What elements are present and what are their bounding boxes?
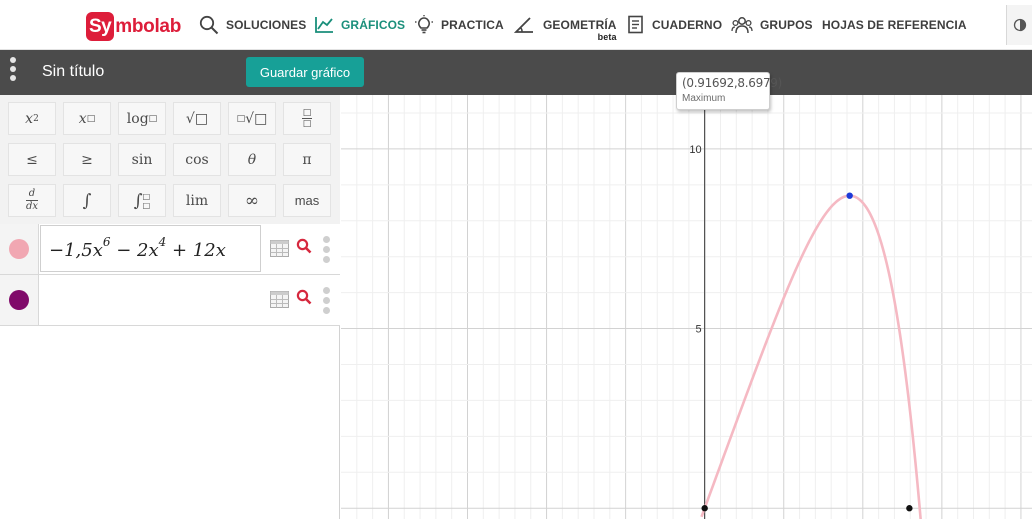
groups-icon bbox=[731, 17, 753, 34]
logo-badge: Sy bbox=[86, 12, 115, 41]
expression-options-icon[interactable] bbox=[323, 236, 331, 266]
key-cos[interactable]: cos bbox=[173, 143, 221, 176]
key-more[interactable]: mas bbox=[283, 184, 331, 217]
maximum-tooltip: (0.91692,8.6979) Maximum bbox=[676, 72, 782, 110]
zoom-search-icon[interactable] bbox=[296, 238, 312, 254]
expr-exp2: 4 bbox=[158, 235, 167, 249]
math-keypad: x2 x □ log □ √□ □ √□ □ □ ≤ ≥ sin cos θ π d dx… bbox=[0, 95, 340, 224]
expression-color-picker[interactable] bbox=[0, 224, 39, 274]
expression-panel: x2 x □ log □ √□ □ √□ □ □ ≤ ≥ sin cos θ π d dx… bbox=[0, 95, 340, 519]
lightbulb-icon bbox=[415, 15, 433, 34]
expression-color-picker[interactable] bbox=[0, 275, 39, 325]
nav-geometria[interactable]: GEOMETRÍA beta bbox=[514, 0, 617, 50]
logo-text: mbolab bbox=[115, 15, 182, 37]
color-dot bbox=[9, 290, 29, 310]
key-definite-integral[interactable]: ∫ □ □ bbox=[118, 184, 166, 217]
contrast-toggle[interactable] bbox=[1006, 5, 1032, 45]
search-icon bbox=[199, 15, 219, 35]
maximum-point bbox=[846, 192, 853, 199]
nav-cuaderno-label: CUADERNO bbox=[652, 18, 723, 32]
key-infinity[interactable]: ∞ bbox=[228, 184, 276, 217]
expr-coef: −1,5x bbox=[49, 240, 103, 261]
key-x-squared[interactable]: x2 bbox=[8, 102, 56, 135]
expr-tail: + 12x bbox=[166, 240, 226, 261]
notebook-icon bbox=[628, 15, 643, 34]
y-tick-label: 5 bbox=[696, 324, 702, 336]
symbolab-logo[interactable]: Sy mbolab bbox=[86, 12, 181, 41]
expr-mid: − 2x bbox=[110, 240, 159, 261]
nav-soluciones[interactable]: SOLUCIONES bbox=[199, 0, 306, 50]
chart-icon bbox=[315, 17, 333, 33]
expression-options-icon[interactable] bbox=[323, 287, 331, 317]
key-nth-root[interactable]: □ √□ bbox=[228, 102, 276, 135]
save-graph-button[interactable]: Guardar gráfico bbox=[246, 57, 364, 87]
nav-geometria-text: GEOMETRÍA beta bbox=[543, 18, 617, 42]
nav-practica-label: PRACTICA bbox=[441, 18, 504, 32]
expression-input[interactable] bbox=[40, 276, 261, 323]
angle-icon bbox=[514, 17, 533, 33]
table-icon[interactable] bbox=[270, 291, 289, 308]
top-navigation: Sy mbolab SOLUCIONES GRÁFICOS PRACTICA G… bbox=[0, 0, 1032, 50]
graph-canvas[interactable]: 10 5 bbox=[341, 95, 1032, 524]
expression-input[interactable]: −1,5x6 − 2x4 + 12x bbox=[40, 225, 261, 272]
key-sin[interactable]: sin bbox=[118, 143, 166, 176]
key-integral[interactable]: ∫ bbox=[63, 184, 111, 217]
tooltip-coordinates: (0.91692,8.6979) bbox=[682, 76, 782, 90]
table-icon[interactable] bbox=[270, 240, 289, 257]
key-log[interactable]: log □ bbox=[118, 102, 166, 135]
nav-hojas-referencia[interactable]: HOJAS DE REFERENCIA bbox=[822, 0, 967, 50]
nav-soluciones-label: SOLUCIONES bbox=[226, 18, 307, 32]
zoom-search-icon[interactable] bbox=[296, 289, 312, 305]
nav-practica[interactable]: PRACTICA bbox=[414, 0, 504, 50]
color-dot bbox=[9, 239, 29, 259]
key-sqrt[interactable]: √□ bbox=[173, 102, 221, 135]
key-fraction[interactable]: □ □ bbox=[283, 102, 331, 135]
graph-header-bar: Sin título Guardar gráfico bbox=[0, 50, 1032, 95]
y-tick-label: 10 bbox=[689, 144, 701, 156]
nav-graficos-label: GRÁFICOS bbox=[341, 18, 406, 32]
root-point bbox=[701, 505, 708, 512]
expression-row: −1,5x6 − 2x4 + 12x bbox=[0, 224, 340, 275]
nav-grupos[interactable]: GRUPOS bbox=[731, 0, 813, 50]
menu-dots-icon[interactable] bbox=[9, 57, 17, 87]
key-pi[interactable]: π bbox=[283, 143, 331, 176]
expr-exp1: 6 bbox=[102, 235, 111, 249]
key-geq[interactable]: ≥ bbox=[63, 143, 111, 176]
beta-badge: beta bbox=[597, 32, 617, 42]
function-curve bbox=[700, 194, 923, 524]
key-leq[interactable]: ≤ bbox=[8, 143, 56, 176]
tooltip-label: Maximum bbox=[682, 93, 726, 104]
expression-row bbox=[0, 275, 340, 326]
key-x-power[interactable]: x □ bbox=[63, 102, 111, 135]
contrast-icon bbox=[1013, 18, 1026, 32]
key-derivative[interactable]: d dx bbox=[8, 184, 56, 217]
graph-svg[interactable]: 10 5 bbox=[341, 95, 1032, 524]
root-point bbox=[906, 505, 913, 512]
key-limit[interactable]: lim bbox=[173, 184, 221, 217]
key-theta[interactable]: θ bbox=[228, 143, 276, 176]
nav-grupos-label: GRUPOS bbox=[760, 18, 813, 32]
nav-geometria-label: GEOMETRÍA bbox=[543, 18, 617, 32]
nav-graficos[interactable]: GRÁFICOS bbox=[314, 0, 405, 50]
nav-cuaderno[interactable]: CUADERNO bbox=[627, 0, 722, 50]
nav-hojas-label: HOJAS DE REFERENCIA bbox=[822, 18, 967, 32]
graph-title[interactable]: Sin título bbox=[42, 63, 104, 81]
